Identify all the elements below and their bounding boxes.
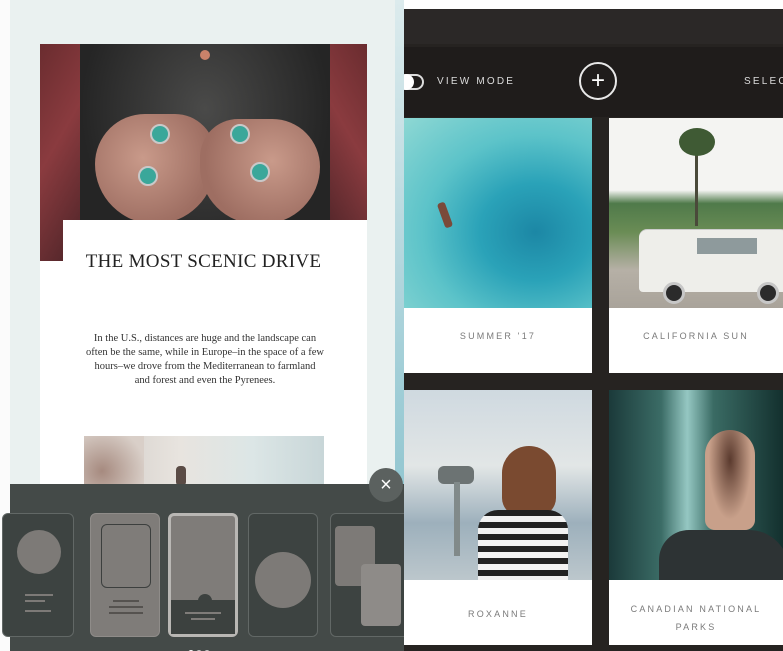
palm-tree [679, 128, 715, 156]
template-line [109, 612, 143, 614]
template-bottom [171, 600, 235, 634]
page-indicator [188, 643, 212, 651]
hero-ring [230, 124, 250, 144]
album-title: CALIFORNIA SUN [643, 331, 749, 341]
template-line [113, 600, 139, 602]
status-bar [404, 0, 783, 44]
album-library: VIEW MODE + SELEC SUMMER '17 CALIFORNIA … [404, 0, 783, 651]
album-card-summer-17[interactable]: SUMMER '17 [404, 118, 592, 373]
template-line [185, 612, 221, 614]
binocular-viewer [438, 466, 480, 556]
woman-by-waterfall [705, 430, 755, 530]
template-line [25, 594, 53, 596]
view-mode-toggle[interactable] [404, 74, 424, 90]
viewer-pole [454, 482, 460, 556]
template-circle-text[interactable] [2, 513, 74, 637]
van-wheel [757, 282, 779, 304]
toggle-knob [404, 74, 414, 90]
story-card[interactable]: THE MOST SCENIC DRIVE In the U.S., dista… [40, 44, 367, 504]
girl-striped-shirt [478, 510, 568, 580]
template-line [25, 600, 45, 602]
template-frame [101, 524, 151, 588]
template-full-bleed[interactable] [168, 513, 238, 637]
template-circle[interactable] [248, 513, 318, 637]
rock [659, 530, 783, 580]
hero-ring [150, 124, 170, 144]
add-button[interactable]: + [579, 62, 617, 100]
album-card-roxanne[interactable]: ROXANNE [404, 390, 592, 645]
story-body[interactable]: In the U.S., distances are huge and the … [86, 332, 324, 388]
view-mode-label: VIEW MODE [437, 76, 516, 87]
palm-tree [695, 146, 698, 226]
album-card-canadian-national-parks[interactable]: CANADIAN NATIONAL PARKS [609, 390, 783, 645]
template-shape [255, 552, 311, 608]
hero-button [200, 50, 210, 60]
story-editor: THE MOST SCENIC DRIVE In the U.S., dista… [0, 0, 404, 651]
van-wheel [663, 282, 685, 304]
album-title: CANADIAN NATIONAL PARKS [630, 604, 762, 632]
hero-ring [250, 162, 270, 182]
template-framed[interactable] [90, 513, 160, 637]
template-line [191, 618, 215, 620]
album-title: SUMMER '17 [459, 331, 537, 341]
template-stacked[interactable] [330, 513, 404, 637]
template-line [109, 606, 143, 608]
select-button[interactable]: SELEC [744, 76, 783, 87]
template-tray [2, 484, 404, 651]
close-button[interactable]: × [369, 468, 403, 502]
hero-ring [138, 166, 158, 186]
album-cover-aerial-swimmer [404, 118, 592, 308]
template-line [25, 610, 51, 612]
album-card-california-sun[interactable]: CALIFORNIA SUN [609, 118, 783, 373]
story-title[interactable]: THE MOST SCENIC DRIVE [40, 248, 367, 275]
van [639, 230, 783, 304]
album-title: ROXANNE [468, 609, 528, 619]
story-photo-figure [176, 466, 186, 486]
template-shape [17, 530, 61, 574]
van-window [697, 238, 757, 254]
girl-hair [502, 446, 556, 516]
template-shape [361, 564, 401, 626]
